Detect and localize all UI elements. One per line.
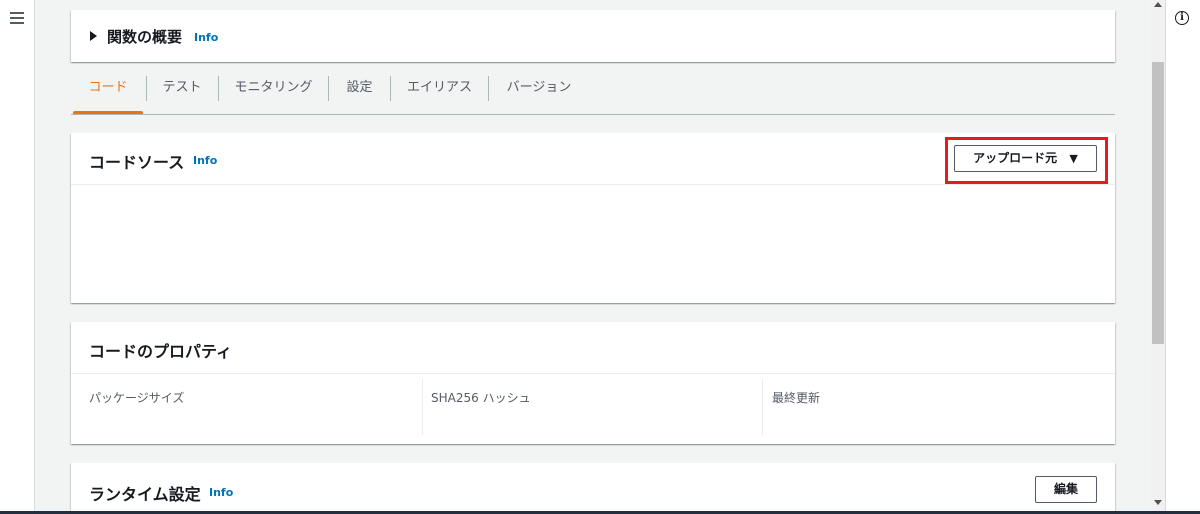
- column-divider: [422, 379, 423, 435]
- runtime-settings-info-link[interactable]: Info: [209, 486, 233, 499]
- tab-monitoring[interactable]: モニタリング: [219, 62, 328, 115]
- last-modified-label: 最終更新: [772, 391, 821, 405]
- code-source-info-link[interactable]: Info: [193, 154, 217, 167]
- tab-bar: コード テスト モニタリング 設定 エイリアス バージョン: [71, 62, 1115, 115]
- edit-button[interactable]: 編集: [1035, 476, 1097, 503]
- scrollbar-thumb[interactable]: [1152, 62, 1164, 344]
- tab-test[interactable]: テスト: [147, 62, 217, 115]
- right-tools-rail: i: [1165, 0, 1200, 514]
- tab-aliases[interactable]: エイリアス: [391, 62, 488, 115]
- tab-settings[interactable]: 設定: [329, 62, 390, 115]
- function-overview-panel: 関数の概要 Info: [71, 10, 1115, 62]
- sha256-hash-label: SHA256 ハッシュ: [431, 391, 531, 405]
- page-scrollbar[interactable]: [1151, 0, 1165, 514]
- scroll-up-icon[interactable]: [1154, 2, 1162, 7]
- tab-code[interactable]: コード: [73, 62, 143, 115]
- column-divider: [762, 379, 763, 435]
- menu-icon[interactable]: [10, 12, 24, 24]
- tab-bar-baseline: [71, 114, 1115, 115]
- tab-versions[interactable]: バージョン: [489, 62, 589, 115]
- info-icon[interactable]: i: [1175, 11, 1189, 25]
- function-overview-title[interactable]: 関数の概要: [107, 26, 182, 47]
- code-properties-panel: コードのプロパティ パッケージサイズ SHA256 ハッシュ 最終更新: [71, 322, 1115, 444]
- highlight-box: [945, 137, 1108, 184]
- scroll-down-icon[interactable]: [1154, 500, 1162, 505]
- code-source-title: コードソース: [89, 153, 185, 172]
- code-properties-header: コードのプロパティ: [71, 322, 1115, 374]
- code-editor-area[interactable]: [71, 185, 1115, 303]
- left-nav-rail: [0, 0, 35, 514]
- function-overview-info-link[interactable]: Info: [194, 31, 218, 44]
- caret-right-icon[interactable]: [90, 31, 97, 41]
- code-properties-title: コードのプロパティ: [89, 342, 233, 361]
- runtime-settings-title: ランタイム設定: [89, 485, 201, 504]
- runtime-settings-panel: ランタイム設定 Info 編集: [71, 463, 1115, 514]
- package-size-label: パッケージサイズ: [89, 391, 185, 405]
